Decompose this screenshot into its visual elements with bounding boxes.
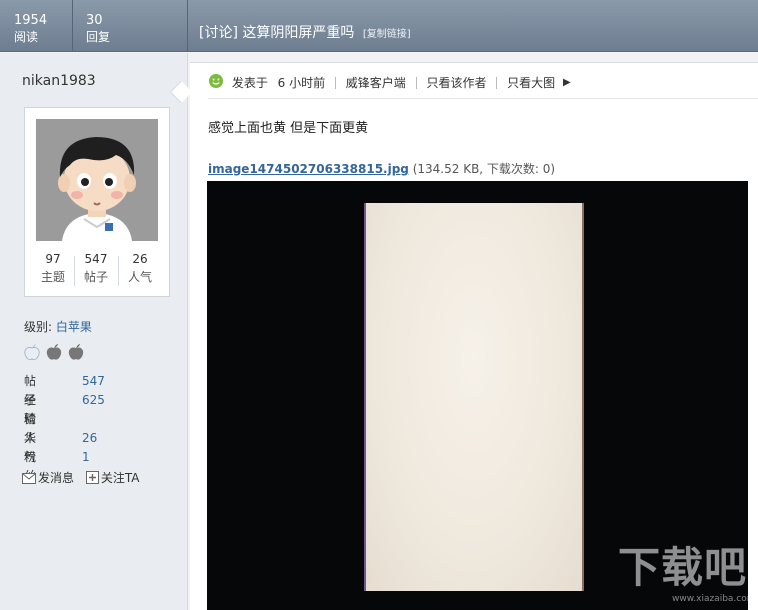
copy-link-button[interactable]: [复制链接]: [363, 29, 411, 40]
thread-title: [讨论] 这算阴阳屏严重吗: [199, 25, 355, 41]
header-divider: [72, 0, 73, 52]
author-only-link[interactable]: 只看该作者: [426, 74, 486, 91]
topics-count: 97: [45, 252, 61, 266]
info-value[interactable]: 1: [82, 448, 90, 467]
user-level: 级别: 白苹果: [24, 318, 92, 335]
plus-box-icon: [85, 471, 99, 484]
views-count: 1954: [14, 13, 48, 28]
follow-button[interactable]: 关注TA: [85, 469, 140, 486]
posts-count: 547: [84, 252, 108, 266]
topics-label: 主题: [40, 270, 65, 284]
replies-stat: 30 回复: [86, 13, 110, 45]
popularity-label: 人气: [127, 270, 152, 284]
posts-stat[interactable]: 547 帖子: [75, 250, 117, 286]
popularity-stat[interactable]: 26 人气: [119, 250, 161, 286]
large-image-link[interactable]: 只看大图: [507, 74, 555, 91]
views-label: 阅读: [14, 30, 39, 44]
white-apple-icon: [24, 343, 40, 365]
user-actions: 发消息 关注TA: [22, 469, 147, 486]
info-value[interactable]: 547: [82, 372, 105, 391]
follow-label: 关注TA: [100, 471, 140, 485]
client-source[interactable]: 威锋客户端: [346, 74, 406, 91]
gray-apple-icon: [46, 343, 62, 365]
meta-divider: [415, 76, 417, 89]
watermark-logo: 下载吧: [618, 543, 748, 592]
attachment: image1474502706338815.jpg (134.52 KB, 下载…: [208, 160, 555, 177]
post-meta: 发表于 6 小时前 威锋客户端 只看该作者 只看大图 ▶: [208, 73, 571, 91]
header-divider: [187, 0, 188, 52]
attachment-info: (134.52 KB, 下载次数: 0): [412, 162, 556, 176]
posts-label: 帖子: [83, 270, 108, 284]
level-badges: [24, 343, 85, 363]
author-card: 97 主题 547 帖子 26 人气: [24, 107, 170, 297]
views-stat: 1954 阅读: [14, 13, 47, 45]
online-status-icon: [208, 73, 224, 92]
posted-prefix: 发表于: [231, 76, 268, 90]
replies-count: 30: [86, 13, 103, 28]
attachment-link[interactable]: image1474502706338815.jpg: [208, 162, 409, 176]
avatar[interactable]: [36, 119, 158, 241]
meta-divider: [496, 76, 498, 89]
posted-time: 6 小时前: [277, 76, 326, 90]
popularity-count: 26: [132, 252, 148, 266]
topics-stat[interactable]: 97 主题: [32, 250, 74, 286]
info-value: 26: [82, 431, 98, 445]
thread-header-bar: 1954 阅读 30 回复 [讨论] 这算阴阳屏严重吗 [复制链接]: [0, 0, 758, 52]
post-content: 发表于 6 小时前 威锋客户端 只看该作者 只看大图 ▶ 感觉上面也黄 但是下面…: [190, 62, 758, 610]
meta-divider: [334, 76, 336, 89]
meta-divider-line: [208, 98, 758, 99]
thread-title-wrap: [讨论] 这算阴阳屏严重吗 [复制链接]: [199, 22, 411, 42]
gray-apple-icon: [68, 343, 84, 365]
level-label: 级别:: [24, 320, 53, 334]
avatar-illustration: [36, 119, 158, 241]
post-body: 感觉上面也黄 但是下面更黄: [208, 121, 369, 136]
replies-label: 回复: [86, 30, 111, 44]
watermark-url: www.xiazaiba.com: [672, 594, 756, 604]
envelope-icon: [22, 473, 36, 484]
phone-screen-image: [364, 203, 584, 591]
send-message-button[interactable]: 发消息: [22, 469, 74, 486]
info-value: 625: [82, 393, 105, 407]
author-username[interactable]: nikan1983: [22, 73, 96, 89]
author-sidebar: nikan1983 97 主题 547 帖子 26 人气 级别: 白苹果 帖子 …: [0, 53, 188, 610]
level-value[interactable]: 白苹果: [56, 320, 92, 334]
send-message-label: 发消息: [38, 471, 75, 485]
triangle-right-icon[interactable]: ▶: [563, 77, 571, 88]
